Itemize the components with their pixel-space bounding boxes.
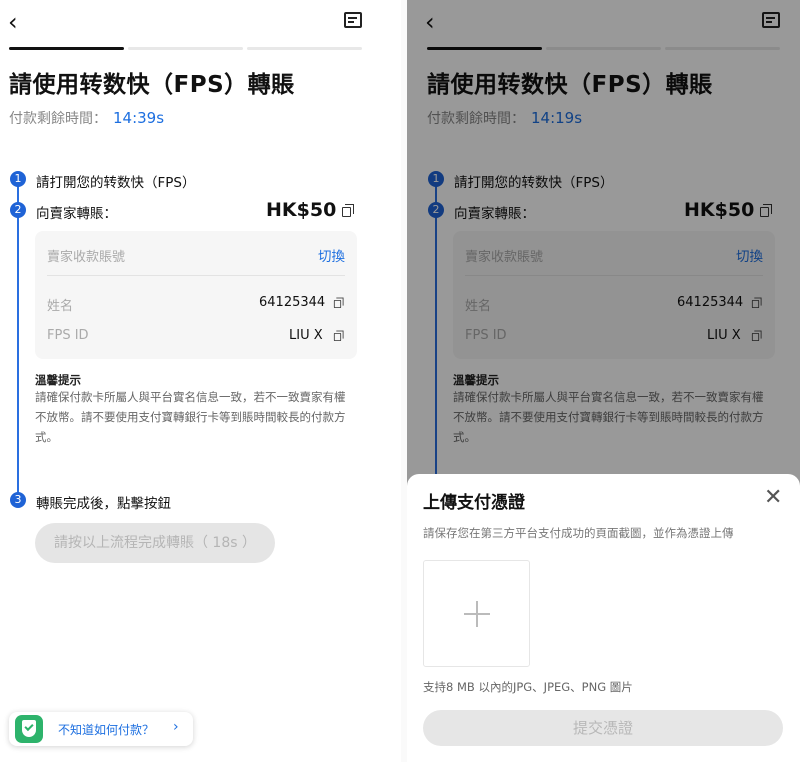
- name-value: 64125344: [259, 295, 326, 310]
- step-3-badge: 3: [10, 492, 26, 508]
- step-2-text: 向賣家轉賬：: [36, 206, 117, 222]
- progress-segment-2: [128, 47, 243, 50]
- step-2-badge: 2: [10, 202, 26, 218]
- step-1-badge: 1: [10, 171, 26, 187]
- timer-value: 14:39s: [113, 109, 165, 127]
- upload-proof-sheet: 上傳支付憑證 ✕ 請保存您在第三方平台支付成功的頁面截圖，並作為憑證上傳 支持8…: [407, 474, 800, 762]
- fpsid-value: LIU X: [289, 328, 323, 343]
- page-title: 請使用转数快（FPS）轉賬: [9, 72, 295, 98]
- left-screen: ‹ 請使用转数快（FPS）轉賬 付款剩餘時間： 14:39s 1 請打開您的转数快…: [0, 0, 401, 762]
- upload-image-box[interactable]: [423, 560, 530, 667]
- card-divider: [47, 275, 345, 276]
- tip-body: 請確保付款卡所屬人與平台實名信息一致，若不一致賣家有權不放幣。請不要使用支付寶轉…: [35, 390, 346, 444]
- submit-proof-button[interactable]: 提交憑證: [423, 710, 783, 746]
- payment-timer: 付款剩餘時間： 14:39s: [9, 108, 164, 128]
- progress-segment-1: [9, 47, 124, 50]
- copy-amount-icon[interactable]: [342, 204, 354, 217]
- seller-account-card: 賣家收款賬號 切換 姓名 64125344 FPS ID LIU X: [35, 231, 357, 359]
- help-text: 不知道如何付款？: [58, 723, 155, 737]
- sheet-title: 上傳支付憑證: [423, 493, 525, 513]
- account-label: 賣家收款賬號: [47, 250, 126, 265]
- copy-fpsid-icon[interactable]: [333, 330, 344, 341]
- timer-label: 付款剩餘時間：: [9, 111, 107, 127]
- switch-account-link[interactable]: 切換: [318, 245, 345, 265]
- back-chevron-icon[interactable]: ‹: [8, 10, 18, 34]
- step-1-text: 請打開您的转数快（FPS）: [36, 175, 196, 191]
- confirm-transfer-button[interactable]: 請按以上流程完成轉賬（ 18s ）: [35, 523, 275, 563]
- payment-help-button[interactable]: 不知道如何付款？ ›: [9, 712, 193, 746]
- progress-segment-3: [247, 47, 362, 50]
- amount-value: HK$50: [266, 199, 337, 221]
- payment-screen: ‹ 請使用转数快（FPS）轉賬 付款剩餘時間： 14:39s 1 請打開您的转数快…: [0, 0, 401, 762]
- close-icon[interactable]: ✕: [764, 487, 782, 509]
- step-3-text: 轉賬完成後，點擊按鈕: [36, 496, 171, 512]
- shield-check-icon: [15, 715, 43, 743]
- message-icon[interactable]: [344, 12, 362, 28]
- fpsid-label: FPS ID: [47, 328, 89, 343]
- copy-name-icon[interactable]: [333, 297, 344, 308]
- chevron-right-icon: ›: [173, 719, 179, 735]
- right-screen: ‹ 請使用转数快（FPS）轉賬 付款剩餘時間： 14:19s 1 請打開您的转数快…: [407, 0, 800, 762]
- sheet-description: 請保存您在第三方平台支付成功的頁面截圖，並作為憑證上傳: [423, 526, 734, 540]
- name-label: 姓名: [47, 299, 74, 314]
- step-connector-line: [17, 186, 19, 499]
- tip-title: 溫馨提示: [35, 373, 81, 387]
- upload-format-note: 支持8 MB 以內的JPG、JPEG、PNG 圖片: [423, 680, 633, 694]
